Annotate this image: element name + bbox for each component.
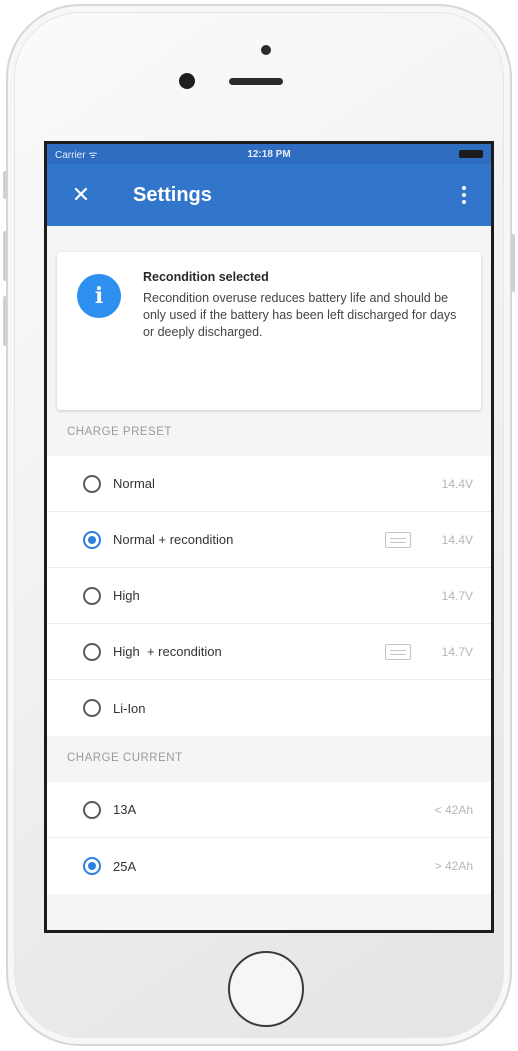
option-capacity: < 42Ah	[434, 802, 473, 817]
option-voltage: 14.7V	[441, 644, 473, 659]
current-option-25a[interactable]: 25A > 42Ah	[47, 838, 491, 894]
info-text: Recondition selected Recondition overuse…	[143, 270, 467, 390]
earpiece-speaker	[229, 78, 283, 85]
preset-option-normal-recondition[interactable]: Normal + recondition 14.4V	[47, 512, 491, 568]
phone-frame: Carrier ᯤ 12:18 PM ✕ Settings i Recondit…	[3, 4, 515, 1046]
screen: Carrier ᯤ 12:18 PM ✕ Settings i Recondit…	[44, 141, 494, 933]
option-label: 13A	[113, 802, 137, 817]
preset-option-li-ion[interactable]: Li-Ion	[47, 680, 491, 736]
power-button	[511, 234, 515, 292]
page-title: Settings	[133, 183, 212, 206]
radio-button[interactable]	[83, 699, 101, 717]
option-label: High + recondition	[113, 644, 222, 659]
info-title: Recondition selected	[143, 270, 269, 284]
info-card: i Recondition selected Recondition overu…	[57, 252, 481, 410]
option-label: High	[113, 588, 140, 603]
preset-option-high[interactable]: High 14.7V	[47, 568, 491, 624]
radio-button[interactable]	[83, 800, 101, 819]
option-voltage: 14.7V	[441, 588, 473, 603]
recondition-icon	[385, 531, 411, 548]
current-option-13a[interactable]: 13A < 42Ah	[47, 782, 491, 838]
radio-button-selected[interactable]	[83, 857, 101, 875]
radio-button[interactable]	[83, 474, 101, 493]
volume-down-button	[3, 296, 7, 346]
radio-button[interactable]	[83, 642, 101, 661]
radio-button-selected[interactable]	[83, 530, 101, 549]
option-label: Normal + recondition	[113, 532, 234, 547]
volume-up-button	[3, 231, 7, 281]
section-header-charge-preset: CHARGE PRESET	[67, 426, 172, 438]
app-bar: ✕ Settings	[47, 164, 491, 226]
settings-content: i Recondition selected Recondition overu…	[47, 252, 491, 894]
option-label: Li-Ion	[113, 700, 146, 716]
status-time: 12:18 PM	[247, 148, 291, 160]
info-body: Recondition overuse reduces battery life…	[143, 291, 457, 339]
preset-option-high-recondition[interactable]: High + recondition 14.7V	[47, 624, 491, 680]
option-voltage: 14.4V	[441, 532, 473, 547]
section-header-charge-current: CHARGE CURRENT	[67, 752, 183, 764]
option-voltage: 14.4V	[441, 476, 473, 491]
status-bar: Carrier ᯤ 12:18 PM	[47, 144, 491, 164]
close-icon[interactable]: ✕	[59, 173, 103, 217]
option-label: Normal	[113, 476, 155, 491]
mute-switch	[3, 171, 7, 199]
option-label: 25A	[113, 858, 137, 874]
option-capacity: > 42Ah	[434, 859, 473, 873]
charge-current-list: 13A < 42Ah 25A > 42Ah	[47, 782, 491, 894]
home-button[interactable]	[228, 951, 304, 1027]
more-vertical-icon[interactable]	[449, 173, 479, 217]
info-icon: i	[77, 274, 121, 318]
proximity-sensor	[261, 45, 271, 55]
front-camera	[179, 73, 195, 89]
recondition-icon	[385, 643, 411, 660]
preset-option-normal[interactable]: Normal 14.4V	[47, 456, 491, 512]
radio-button[interactable]	[83, 586, 101, 605]
charge-preset-list: Normal 14.4V Normal + recondition 14.4V …	[47, 456, 491, 736]
